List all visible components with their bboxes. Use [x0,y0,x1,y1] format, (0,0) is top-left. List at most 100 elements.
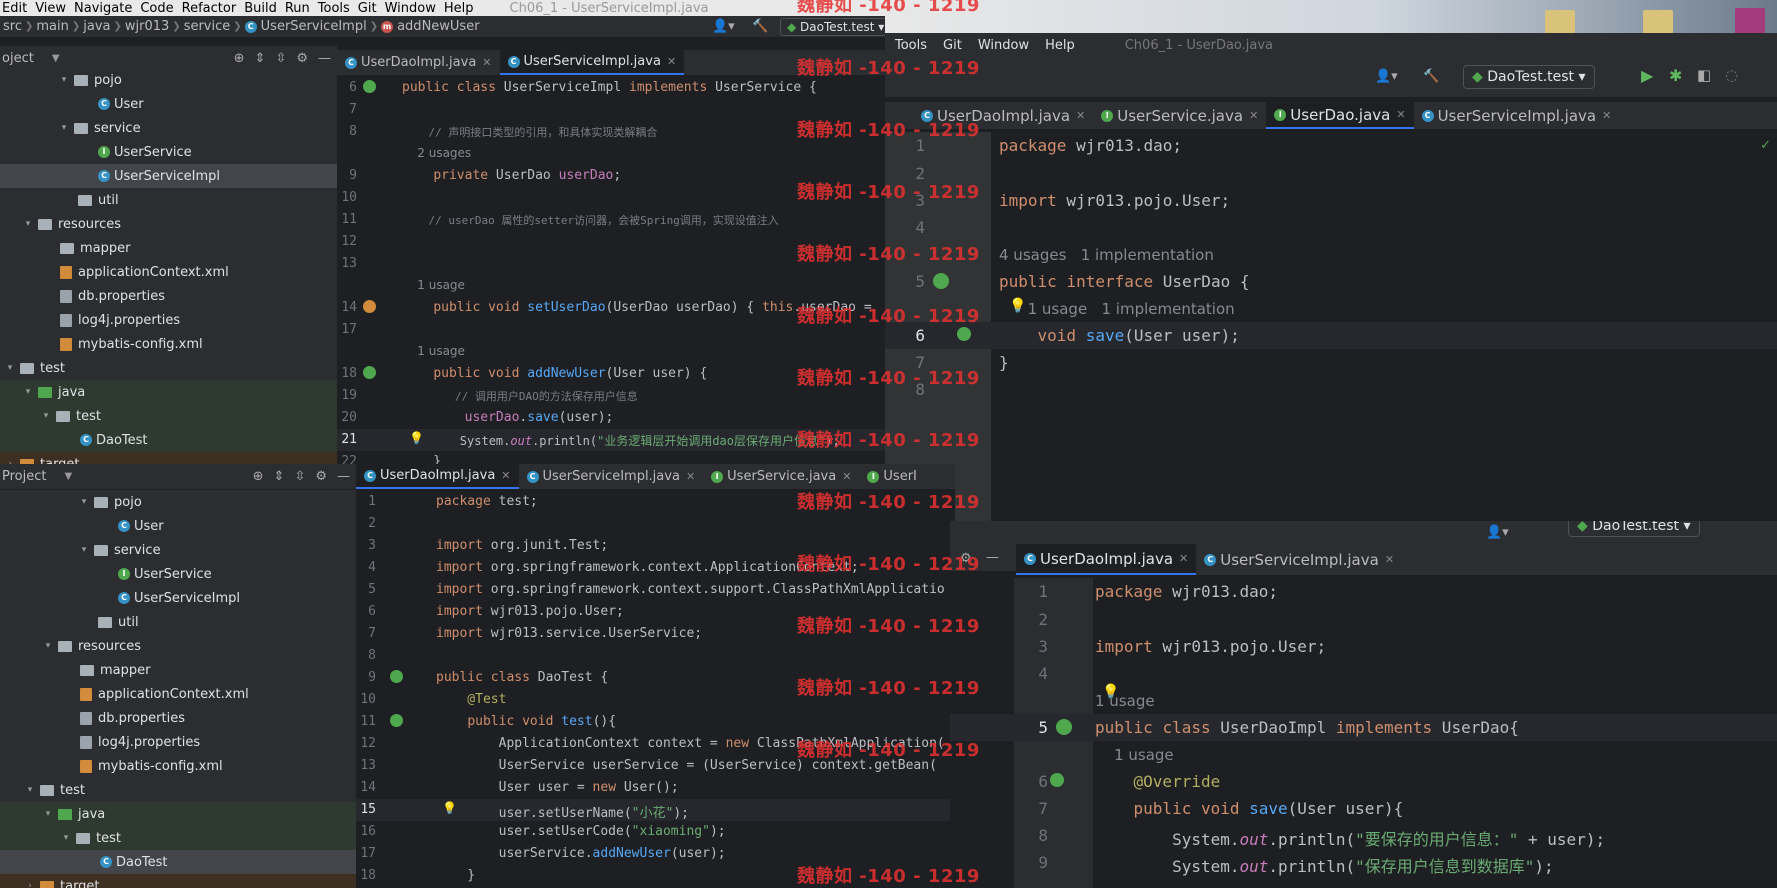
run-config-dropdown[interactable]: ◆ DaoTest.test ▾ [780,18,890,36]
run-icon[interactable]: ▶ [1641,66,1653,85]
crumb-java[interactable]: java [80,19,113,34]
close-icon[interactable]: ✕ [1249,109,1258,122]
tab-userservice[interactable]: I UserService.java ✕ [1093,102,1266,129]
tab-userserviceimpl[interactable]: C UserServiceImpl.java ✕ [499,50,685,75]
menu-window[interactable]: Window [383,1,442,16]
desktop-folder-icon[interactable] [1643,10,1673,34]
expand-all-icon[interactable]: ⇕ [255,51,266,66]
tree-node[interactable]: ▾ resources [0,212,337,236]
menu-help[interactable]: Help [1045,38,1075,53]
tree-node[interactable]: I UserService [0,562,356,586]
build-hammer-icon[interactable]: 🔨 [1423,69,1439,84]
implements-gutter-icon[interactable] [1056,719,1072,735]
profile-icon[interactable]: ◌ [1725,66,1738,84]
run-test-gutter-icon[interactable] [390,670,403,683]
close-icon[interactable]: ✕ [667,55,676,68]
user-icon[interactable]: 👤▾ [1486,525,1509,540]
debug-icon[interactable]: ✱ [1669,66,1682,85]
tree-node[interactable]: C User [0,514,356,538]
desktop-archive-icon[interactable] [1735,8,1765,34]
menu-help[interactable]: Help [442,1,480,16]
tree-node[interactable]: ▾ resources [0,634,356,658]
project-label[interactable]: Project [2,469,46,484]
close-icon[interactable]: ✕ [1076,109,1085,122]
tree-node[interactable]: ▾ test [0,356,337,380]
tree-node[interactable]: db.properties [0,706,356,730]
user-icon[interactable]: 👤▾ [712,19,735,34]
user-icon[interactable]: 👤▾ [1375,69,1398,84]
run-gutter-icon[interactable] [363,80,376,93]
tab-userserviceimpl[interactable]: C UserServiceImpl.java ✕ [1414,102,1620,129]
tree-node[interactable]: db.properties [0,284,337,308]
tree-node[interactable]: mapper [0,236,337,260]
gear-icon[interactable]: ⚙ [315,469,327,484]
crumb-method[interactable]: m addNewUser [378,19,482,34]
close-icon[interactable]: ✕ [482,56,491,69]
tree-node[interactable]: mybatis-config.xml [0,332,337,356]
menu-view[interactable]: View [33,1,72,16]
collapse-all-icon[interactable]: ⇳ [275,51,286,66]
tree-node[interactable]: mybatis-config.xml [0,754,356,778]
tab-userdaoimpl[interactable]: C UserDaoImpl.java ✕ [356,464,519,489]
menu-tools[interactable]: Tools [895,38,927,53]
tree-node[interactable]: C User [0,92,337,116]
close-icon[interactable]: ✕ [842,470,851,483]
menu-git[interactable]: Git [943,38,962,53]
tab-userserviceimpl[interactable]: C UserServiceImpl.java ✕ [1196,544,1402,575]
collapse-all-icon[interactable]: ⇳ [294,469,305,484]
close-icon[interactable]: ✕ [501,469,510,482]
run-test-gutter-icon[interactable] [390,714,403,727]
tree-node[interactable]: ▾ java [0,802,356,826]
close-icon[interactable]: ✕ [1396,108,1405,121]
close-icon[interactable]: ✕ [686,470,695,483]
tree-node[interactable]: ›target [0,874,356,888]
menu-edit[interactable]: Edit [0,1,33,16]
code-editor[interactable]: 1 package wjr013.dao; 2 3 import wjr013.po… [885,132,1777,528]
tree-node[interactable]: log4j.properties [0,730,356,754]
minimize-icon[interactable]: — [318,51,331,66]
tree-node[interactable]: ▾ pojo [0,68,337,92]
tab-userserviceimpl[interactable]: C UserServiceImpl.java ✕ [519,464,704,489]
run-config-dropdown[interactable]: ◆ DaoTest.test ▾ [1463,65,1595,89]
minimize-icon[interactable]: — [337,469,350,484]
run-config-dropdown[interactable]: ◆ DaoTest.test ▾ [1568,521,1700,537]
tree-node[interactable]: C DaoTest [0,428,337,452]
bulb-icon[interactable]: 💡 [1102,684,1119,700]
build-hammer-icon[interactable]: 🔨 [752,19,768,34]
close-icon[interactable]: ✕ [1179,552,1188,565]
implemented-gutter-icon[interactable] [933,273,949,289]
tab-userdaoimpl[interactable]: C UserDaoImpl.java ✕ [337,50,500,75]
menu-run[interactable]: Run [283,1,316,16]
tree-node[interactable]: ▾ service [0,116,337,140]
bulb-icon[interactable]: 💡 [442,801,457,815]
tree-node[interactable]: ▾ service [0,538,356,562]
coverage-icon[interactable]: ◧ [1697,66,1711,84]
tree-node[interactable]: ▾ test [0,826,356,850]
menu-refactor[interactable]: Refactor [180,1,243,16]
bulb-icon[interactable]: 💡 [409,431,424,445]
tree-node[interactable]: log4j.properties [0,308,337,332]
expand-all-icon[interactable]: ⇕ [274,469,285,484]
implemented-gutter-icon[interactable] [957,327,971,341]
crumb-main[interactable]: main [33,19,71,34]
crumb-package[interactable]: wjr013 [122,19,172,34]
tree-node[interactable]: mapper [0,658,356,682]
locate-icon[interactable]: ⊕ [234,51,245,66]
tree-node[interactable]: ▾ java [0,380,337,404]
tree-node[interactable]: C UserServiceImpl [0,586,356,610]
bulb-icon[interactable]: 💡 [1009,298,1026,314]
gear-icon[interactable]: ⚙ [296,51,308,66]
tree-node[interactable]: util [0,610,356,634]
crumb-class[interactable]: C UserServiceImpl [242,19,370,34]
tree-node[interactable]: ▾ test [0,404,337,428]
override-gutter-icon[interactable] [363,300,376,313]
locate-icon[interactable]: ⊕ [253,469,264,484]
desktop-folder-icon[interactable] [1545,10,1575,34]
tree-node[interactable]: ▾ pojo [0,490,356,514]
close-icon[interactable]: ✕ [1385,553,1394,566]
tab-userdaoimpl[interactable]: C UserDaoImpl.java ✕ [1016,544,1197,575]
minimize-icon[interactable]: — [986,550,999,565]
tree-node[interactable]: C DaoTest [0,850,356,874]
tab-userservice[interactable]: I UserService.java ✕ [703,464,859,489]
menu-window[interactable]: Window [978,38,1029,53]
